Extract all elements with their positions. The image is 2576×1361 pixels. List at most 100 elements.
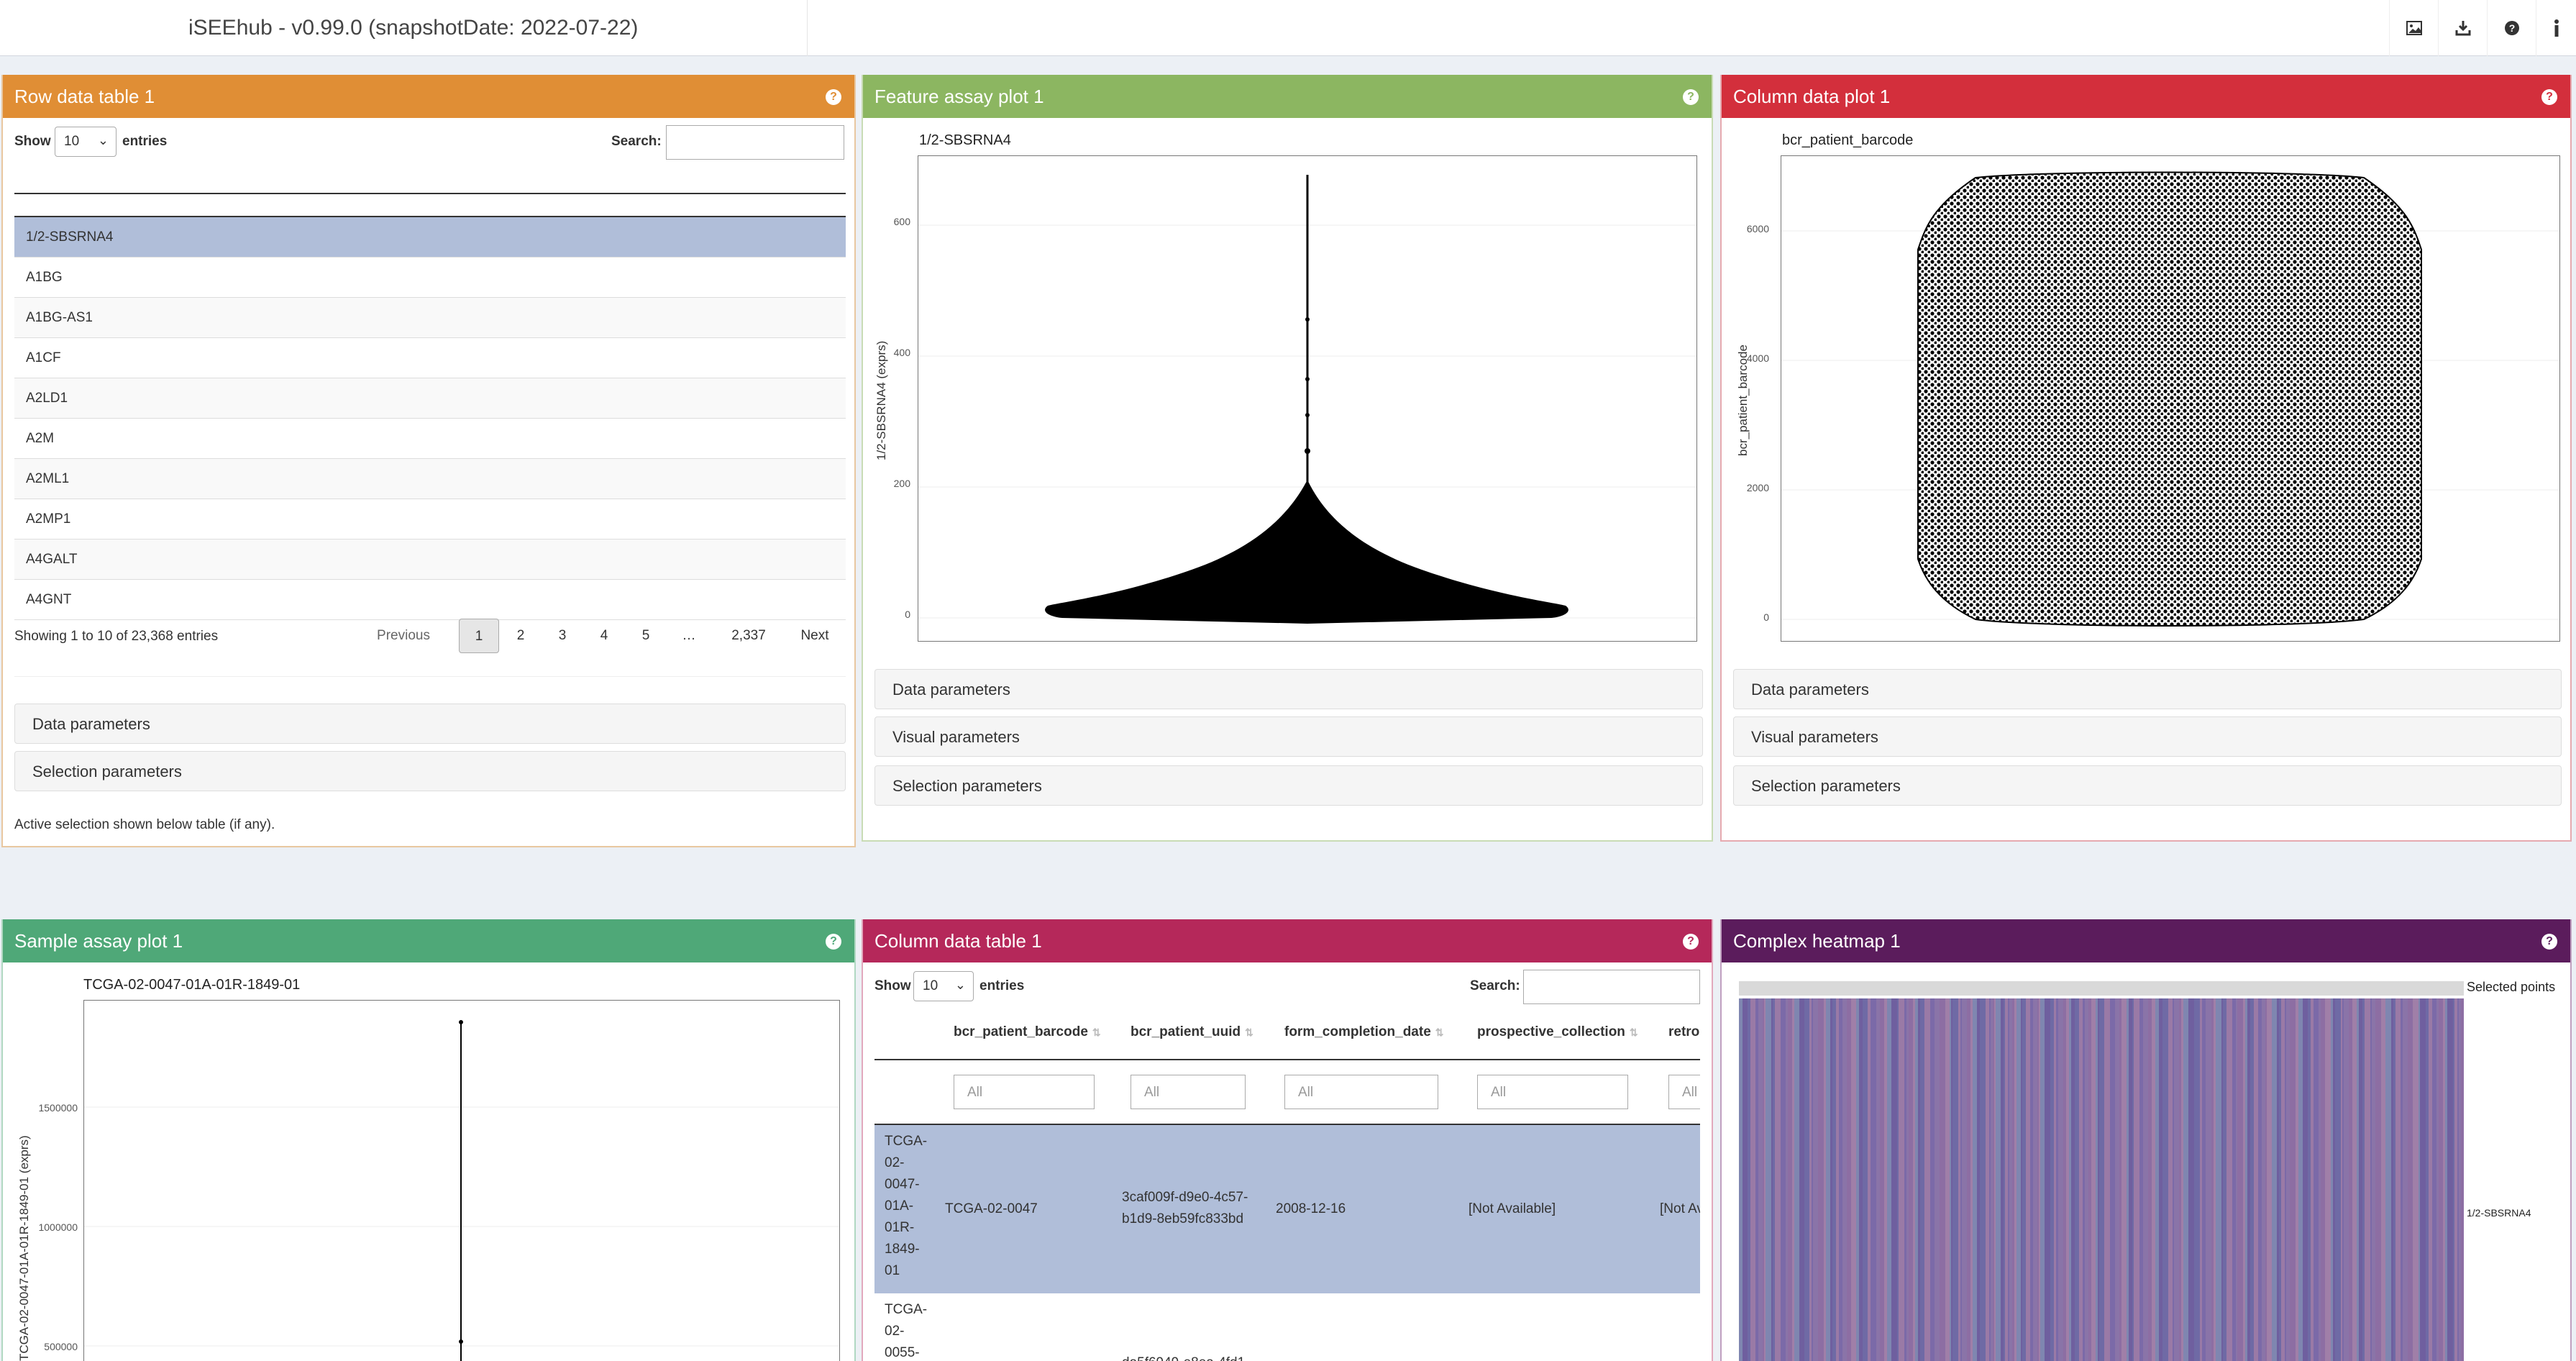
- active-selection-note: Active selection shown below table (if a…: [14, 817, 275, 832]
- row-label: 1/2-SBSRNA4: [26, 229, 114, 245]
- help-button[interactable]: ?: [2487, 0, 2536, 56]
- heatmap-column: [2243, 998, 2245, 1361]
- help-icon[interactable]: ?: [1683, 934, 1699, 950]
- entries-select[interactable]: 10 ⌄: [913, 971, 974, 1001]
- next-button[interactable]: Next: [791, 619, 839, 653]
- row-data-table-panel: Row data table 1 ? Show 10 ⌄ entries Sea…: [1, 75, 856, 847]
- search-input[interactable]: [1523, 970, 1700, 1004]
- table-row[interactable]: A1BG-AS1: [14, 298, 846, 338]
- column-header[interactable]: bcr_patient_uuid ⇅: [1131, 1024, 1253, 1040]
- violin-plot-canvas: [918, 175, 1696, 624]
- heatmap-column: [1781, 998, 1786, 1361]
- page-button[interactable]: 5: [626, 619, 666, 653]
- heatmap-column: [2063, 998, 2066, 1361]
- data-parameters-section[interactable]: Data parameters: [14, 704, 846, 744]
- page-button[interactable]: 4: [584, 619, 624, 653]
- violin-plot[interactable]: [918, 155, 1697, 642]
- row-label: A2ML1: [26, 471, 70, 486]
- entries-select[interactable]: 10 ⌄: [55, 127, 117, 157]
- help-icon[interactable]: ?: [826, 934, 841, 950]
- table-row[interactable]: A2LD1: [14, 378, 846, 419]
- table-row[interactable]: A2M: [14, 419, 846, 459]
- help-icon[interactable]: ?: [2541, 934, 2557, 950]
- heatmap-column: [2066, 998, 2069, 1361]
- table-row[interactable]: A2MP1: [14, 499, 846, 540]
- page-button[interactable]: 3: [542, 619, 583, 653]
- previous-button[interactable]: Previous: [371, 619, 436, 653]
- heatmap-column: [2459, 998, 2461, 1361]
- help-icon[interactable]: ?: [2541, 89, 2557, 105]
- chevron-down-icon: ⌄: [954, 978, 966, 992]
- download-button[interactable]: [2438, 0, 2487, 56]
- heatmap-column: [2432, 998, 2436, 1361]
- selection-parameters-section[interactable]: Selection parameters: [874, 765, 1703, 806]
- table-header-rule: [874, 1059, 1700, 1060]
- row-name-line: TCGA-: [885, 1302, 928, 1317]
- heatmap-column: [2134, 998, 2139, 1361]
- page-button[interactable]: 2,337: [719, 619, 778, 653]
- heatmap-column: [1824, 998, 1826, 1361]
- pagination: Previous 1 2 3 4 5 … 2,337 Next: [3, 619, 857, 653]
- heatmap-canvas[interactable]: [1739, 998, 2464, 1361]
- data-parameters-section[interactable]: Data parameters: [874, 669, 1703, 709]
- visual-parameters-section[interactable]: Visual parameters: [1733, 716, 2562, 757]
- table-row[interactable]: TCGA- 02- 0055- da5f6949-e8ea-4fd1: [874, 1293, 1700, 1361]
- row-label: A1CF: [26, 350, 61, 365]
- column-filter-input[interactable]: All: [1668, 1075, 1700, 1109]
- heatmap-column: [2132, 998, 2134, 1361]
- column-filter-input[interactable]: All: [1477, 1075, 1628, 1109]
- page-button[interactable]: 1: [459, 619, 499, 653]
- heatmap-column: [2298, 998, 2303, 1361]
- heatmap-svg: [1739, 998, 2464, 1361]
- data-parameters-section[interactable]: Data parameters: [1733, 669, 2562, 709]
- search-label: Search:: [611, 134, 662, 149]
- column-header[interactable]: bcr_patient_barcode ⇅: [954, 1024, 1101, 1040]
- entries-value: 10: [64, 134, 80, 149]
- selected-points-annotation-bar: [1739, 981, 2464, 996]
- heatmap-column: [1977, 998, 1980, 1361]
- help-icon: ?: [2504, 21, 2519, 35]
- violin-plot[interactable]: [83, 1000, 840, 1361]
- heatmap-column: [1830, 998, 1832, 1361]
- image-export-button[interactable]: [2389, 0, 2438, 56]
- table-row[interactable]: 1/2-SBSRNA4: [14, 217, 846, 258]
- heatmap-column: [2290, 998, 2296, 1361]
- visual-parameters-section[interactable]: Visual parameters: [874, 716, 1703, 757]
- heatmap-column: [1884, 998, 1887, 1361]
- table-row[interactable]: TCGA- 02- 0047- 01A- 01R- 1849- 01 TCGA-…: [874, 1125, 1700, 1293]
- heatmap-column: [2296, 998, 2298, 1361]
- column-filter-input[interactable]: All: [954, 1075, 1095, 1109]
- column-data-plot-panel: Column data plot 1 ? bcr_patient_barcode…: [1720, 75, 2572, 842]
- scatter-plot[interactable]: [1781, 155, 2560, 642]
- selection-parameters-section[interactable]: Selection parameters: [1733, 765, 2562, 806]
- page-button[interactable]: 2: [501, 619, 541, 653]
- column-filter-input[interactable]: All: [1284, 1075, 1438, 1109]
- row-name-line: 01A-: [885, 1198, 914, 1214]
- help-icon[interactable]: ?: [826, 89, 841, 105]
- table-row[interactable]: A4GNT: [14, 580, 846, 620]
- heatmap-column: [2181, 998, 2183, 1361]
- info-button[interactable]: [2536, 0, 2576, 56]
- help-icon[interactable]: ?: [1683, 89, 1699, 105]
- show-label: Show: [874, 978, 911, 993]
- panel-title: Sample assay plot 1: [14, 929, 183, 952]
- column-header[interactable]: prospective_collection ⇅: [1477, 1024, 1638, 1040]
- heatmap-column: [1891, 998, 1897, 1361]
- table-row[interactable]: A2ML1: [14, 459, 846, 499]
- column-header[interactable]: retro: [1668, 1024, 1699, 1040]
- search-input[interactable]: [666, 125, 844, 160]
- row-list: 1/2-SBSRNA4 A1BG A1BG-AS1 A1CF A2LD1 A2M…: [14, 217, 846, 620]
- column-filter-input[interactable]: All: [1131, 1075, 1246, 1109]
- heatmap-column: [1758, 998, 1763, 1361]
- column-header[interactable]: form_completion_date ⇅: [1284, 1024, 1444, 1040]
- table-row[interactable]: A1CF: [14, 338, 846, 378]
- heatmap-column: [2014, 998, 2017, 1361]
- table-row[interactable]: A1BG: [14, 258, 846, 298]
- row-label: A4GNT: [26, 592, 72, 607]
- heatmap-column: [1836, 998, 1839, 1361]
- heatmap-column: [2075, 998, 2079, 1361]
- data-table: bcr_patient_barcode ⇅ bcr_patient_uuid ⇅ f…: [874, 1010, 1700, 1361]
- heatmap-column: [2099, 998, 2104, 1361]
- table-row[interactable]: A4GALT: [14, 540, 846, 580]
- selection-parameters-section[interactable]: Selection parameters: [14, 751, 846, 791]
